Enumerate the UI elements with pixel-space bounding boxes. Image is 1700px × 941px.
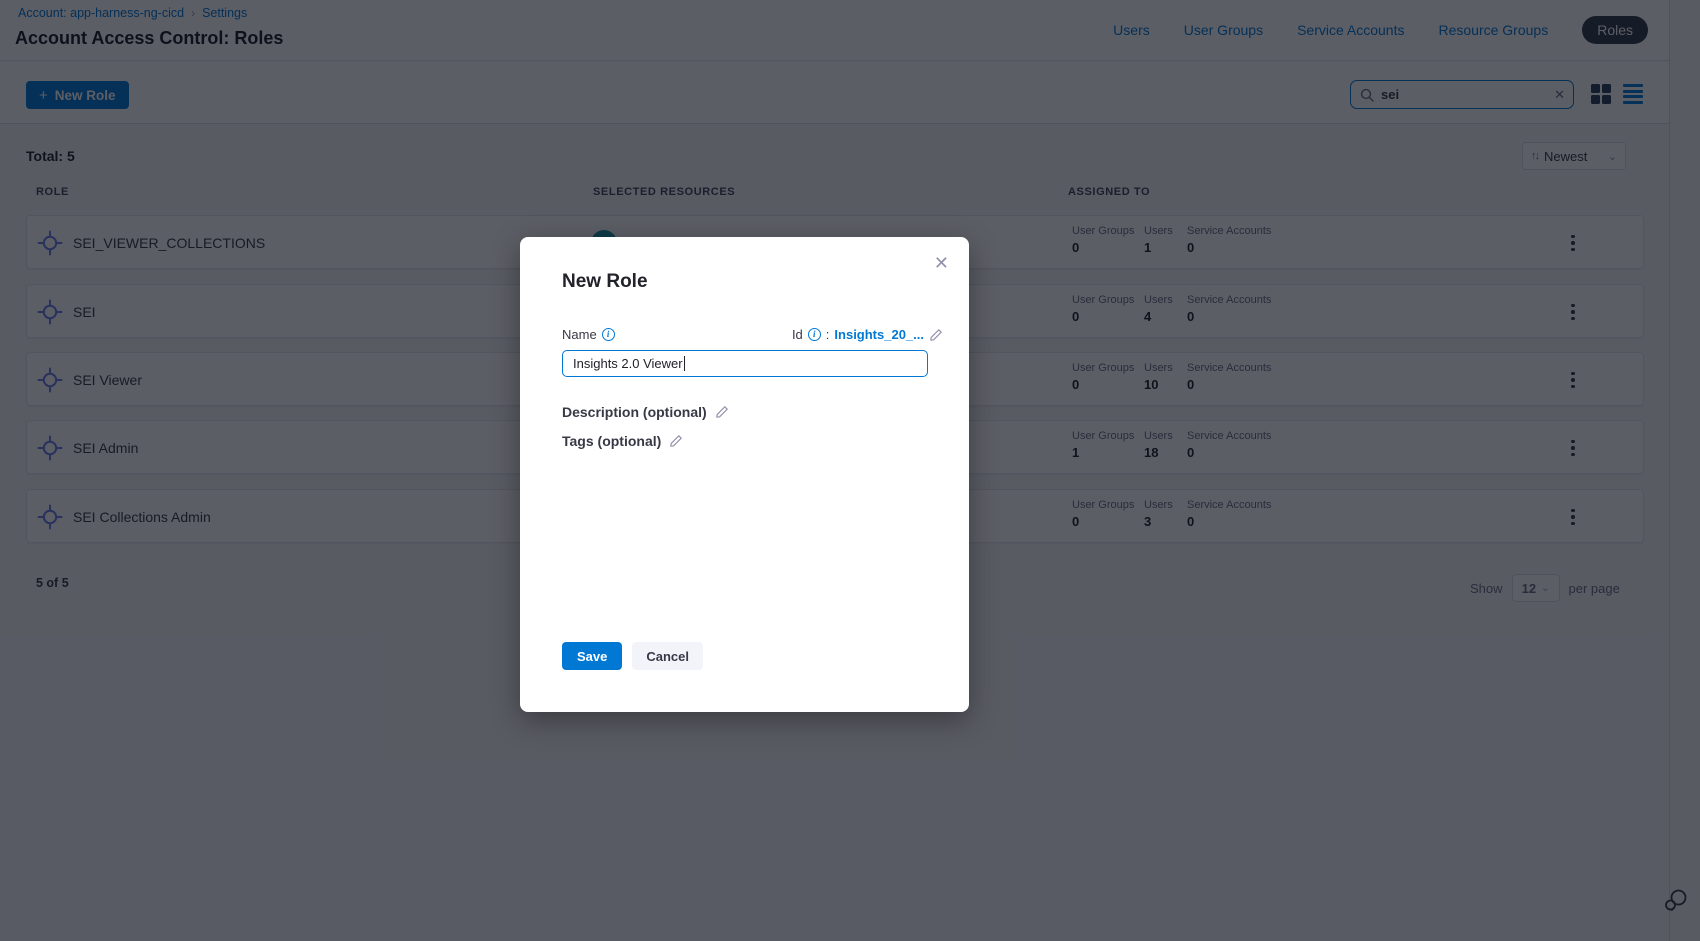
id-label-text: Id (792, 327, 803, 342)
modal-actions: Save Cancel (562, 642, 703, 670)
edit-tags-pencil-icon[interactable] (669, 434, 683, 448)
edit-id-pencil-icon[interactable] (929, 328, 943, 342)
role-name-input-value: Insights 2.0 Viewer (573, 356, 683, 371)
name-field-label: Name i (562, 327, 615, 342)
modal-title: New Role (562, 271, 648, 293)
name-id-row: Name i Id i : Insights_20_... (562, 327, 943, 342)
info-icon[interactable]: i (808, 328, 821, 341)
text-caret (684, 356, 685, 371)
id-colon: : (826, 327, 830, 342)
info-icon[interactable]: i (602, 328, 615, 341)
description-label: Description (optional) (562, 404, 707, 420)
role-name-input[interactable]: Insights 2.0 Viewer (562, 350, 928, 377)
tags-toggle[interactable]: Tags (optional) (562, 433, 683, 449)
cancel-button[interactable]: Cancel (632, 642, 703, 670)
new-role-modal: ✕ New Role Name i Id i : Insights_20_...… (520, 237, 969, 712)
role-id-value[interactable]: Insights_20_... (834, 327, 924, 342)
save-button[interactable]: Save (562, 642, 622, 670)
edit-description-pencil-icon[interactable] (715, 405, 729, 419)
id-group: Id i : Insights_20_... (792, 327, 943, 342)
close-icon[interactable]: ✕ (934, 253, 949, 274)
roles-page: Account: app-harness-ng-cicd › Settings … (0, 0, 1700, 941)
tags-label: Tags (optional) (562, 433, 661, 449)
name-label-text: Name (562, 327, 597, 342)
description-toggle[interactable]: Description (optional) (562, 404, 729, 420)
